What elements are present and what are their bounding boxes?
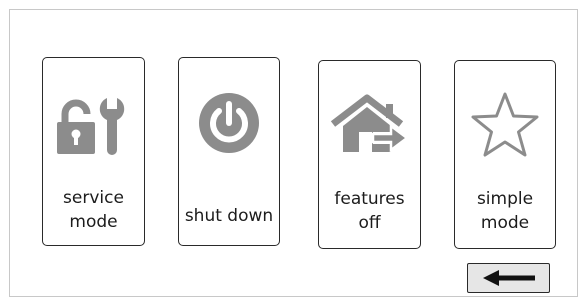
features-off-label: features off xyxy=(334,189,405,233)
simple-mode-button[interactable]: simple mode xyxy=(454,60,556,249)
service-mode-label: service mode xyxy=(63,188,124,232)
star-icon xyxy=(455,91,555,159)
shut-down-button[interactable]: shut down xyxy=(178,57,280,246)
home-exit-icon xyxy=(319,94,420,158)
back-button[interactable] xyxy=(467,263,550,293)
simple-mode-label: simple mode xyxy=(476,189,534,233)
power-icon xyxy=(179,91,279,155)
service-mode-button[interactable]: service mode xyxy=(42,57,145,246)
lock-wrench-icon xyxy=(43,96,144,156)
shut-down-label: shut down xyxy=(184,206,274,226)
arrow-left-icon xyxy=(482,270,535,286)
features-off-button[interactable]: features off xyxy=(318,60,421,249)
